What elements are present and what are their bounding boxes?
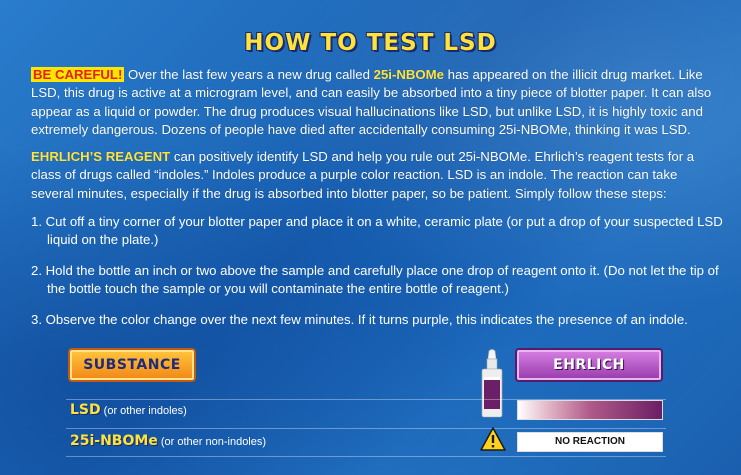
- substance-note-lsd: (or other indoles): [100, 405, 187, 417]
- ehrlich-header: EHRLICH: [517, 350, 661, 380]
- careful-paragraph: BE CAREFUL! Over the last few years a ne…: [31, 66, 717, 140]
- substance-name-nbome: 25i-NBOMe: [70, 433, 158, 449]
- step-1: 1. Cut off a tiny corner of your blotter…: [31, 214, 723, 248]
- reagent-bottle-icon: [481, 349, 503, 418]
- substance-note-nbome: (or other non-indoles): [157, 436, 267, 448]
- ehrlich-paragraph: EHRLICH’S REAGENT can positively identif…: [31, 148, 717, 203]
- step-3: 3. Observe the color change over the nex…: [31, 312, 688, 327]
- page-title: HOW TO TEST LSD: [244, 30, 497, 56]
- table-row-nbome: 25i-NBOMe (or other non-indoles): [70, 433, 266, 449]
- result-swatch-lsd: [517, 400, 663, 420]
- table-divider: [66, 456, 666, 457]
- warning-triangle-icon: [480, 427, 506, 451]
- table-divider: [66, 428, 666, 429]
- careful-badge: BE CAREFUL!: [31, 67, 125, 82]
- ehrlich-label: EHRLICH’S REAGENT: [31, 149, 171, 164]
- step-2: 2. Hold the bottle an inch or two above …: [31, 263, 719, 297]
- drug-name: 25i-NBOMe: [373, 67, 444, 82]
- substance-name-lsd: LSD: [70, 402, 101, 418]
- result-swatch-nbome: NO REACTION: [517, 432, 663, 452]
- table-row-lsd: LSD (or other indoles): [70, 402, 187, 418]
- substance-header: SUBSTANCE: [70, 350, 194, 380]
- careful-text: Over the last few years a new drug calle…: [124, 67, 374, 82]
